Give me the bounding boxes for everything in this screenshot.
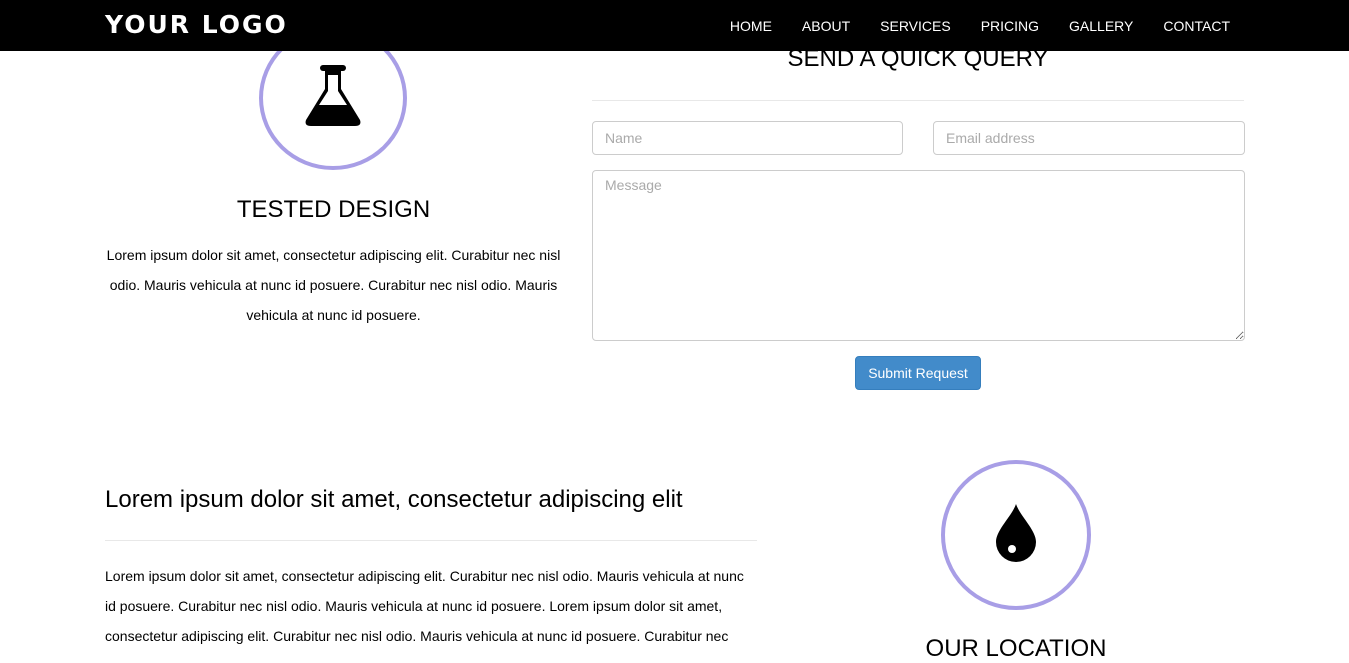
email-input[interactable] [933,121,1245,155]
divider [105,540,757,541]
nav-link-contact[interactable]: CONTACT [1163,18,1230,34]
location-title: OUR LOCATION [925,635,1107,662]
navbar: YOUR LOGO HOME ABOUT SERVICES PRICING GA… [0,0,1349,51]
name-input[interactable] [592,121,903,155]
logo[interactable]: YOUR LOGO [105,9,288,41]
message-textarea[interactable] [592,170,1245,341]
feature-text: Lorem ipsum dolor sit amet, consectetur … [106,247,561,323]
location-icon-circle [941,460,1091,610]
submit-request-button[interactable]: Submit Request [855,356,981,390]
nav-link-home[interactable]: HOME [730,18,772,34]
section-text: Lorem ipsum dolor sit amet, consectetur … [105,568,744,644]
water-drop-icon [994,503,1038,567]
nav-link-gallery[interactable]: GALLERY [1069,18,1133,34]
nav-link-pricing[interactable]: PRICING [981,18,1039,34]
nav-links: HOME ABOUT SERVICES PRICING GALLERY CONT… [700,0,1230,51]
nav-link-about[interactable]: ABOUT [802,18,850,34]
section-heading: Lorem ipsum dolor sit amet, consectetur … [105,486,683,513]
nav-link-services[interactable]: SERVICES [880,18,951,34]
divider [592,100,1244,101]
flask-icon [303,64,363,132]
feature-title: TESTED DESIGN [236,196,431,223]
